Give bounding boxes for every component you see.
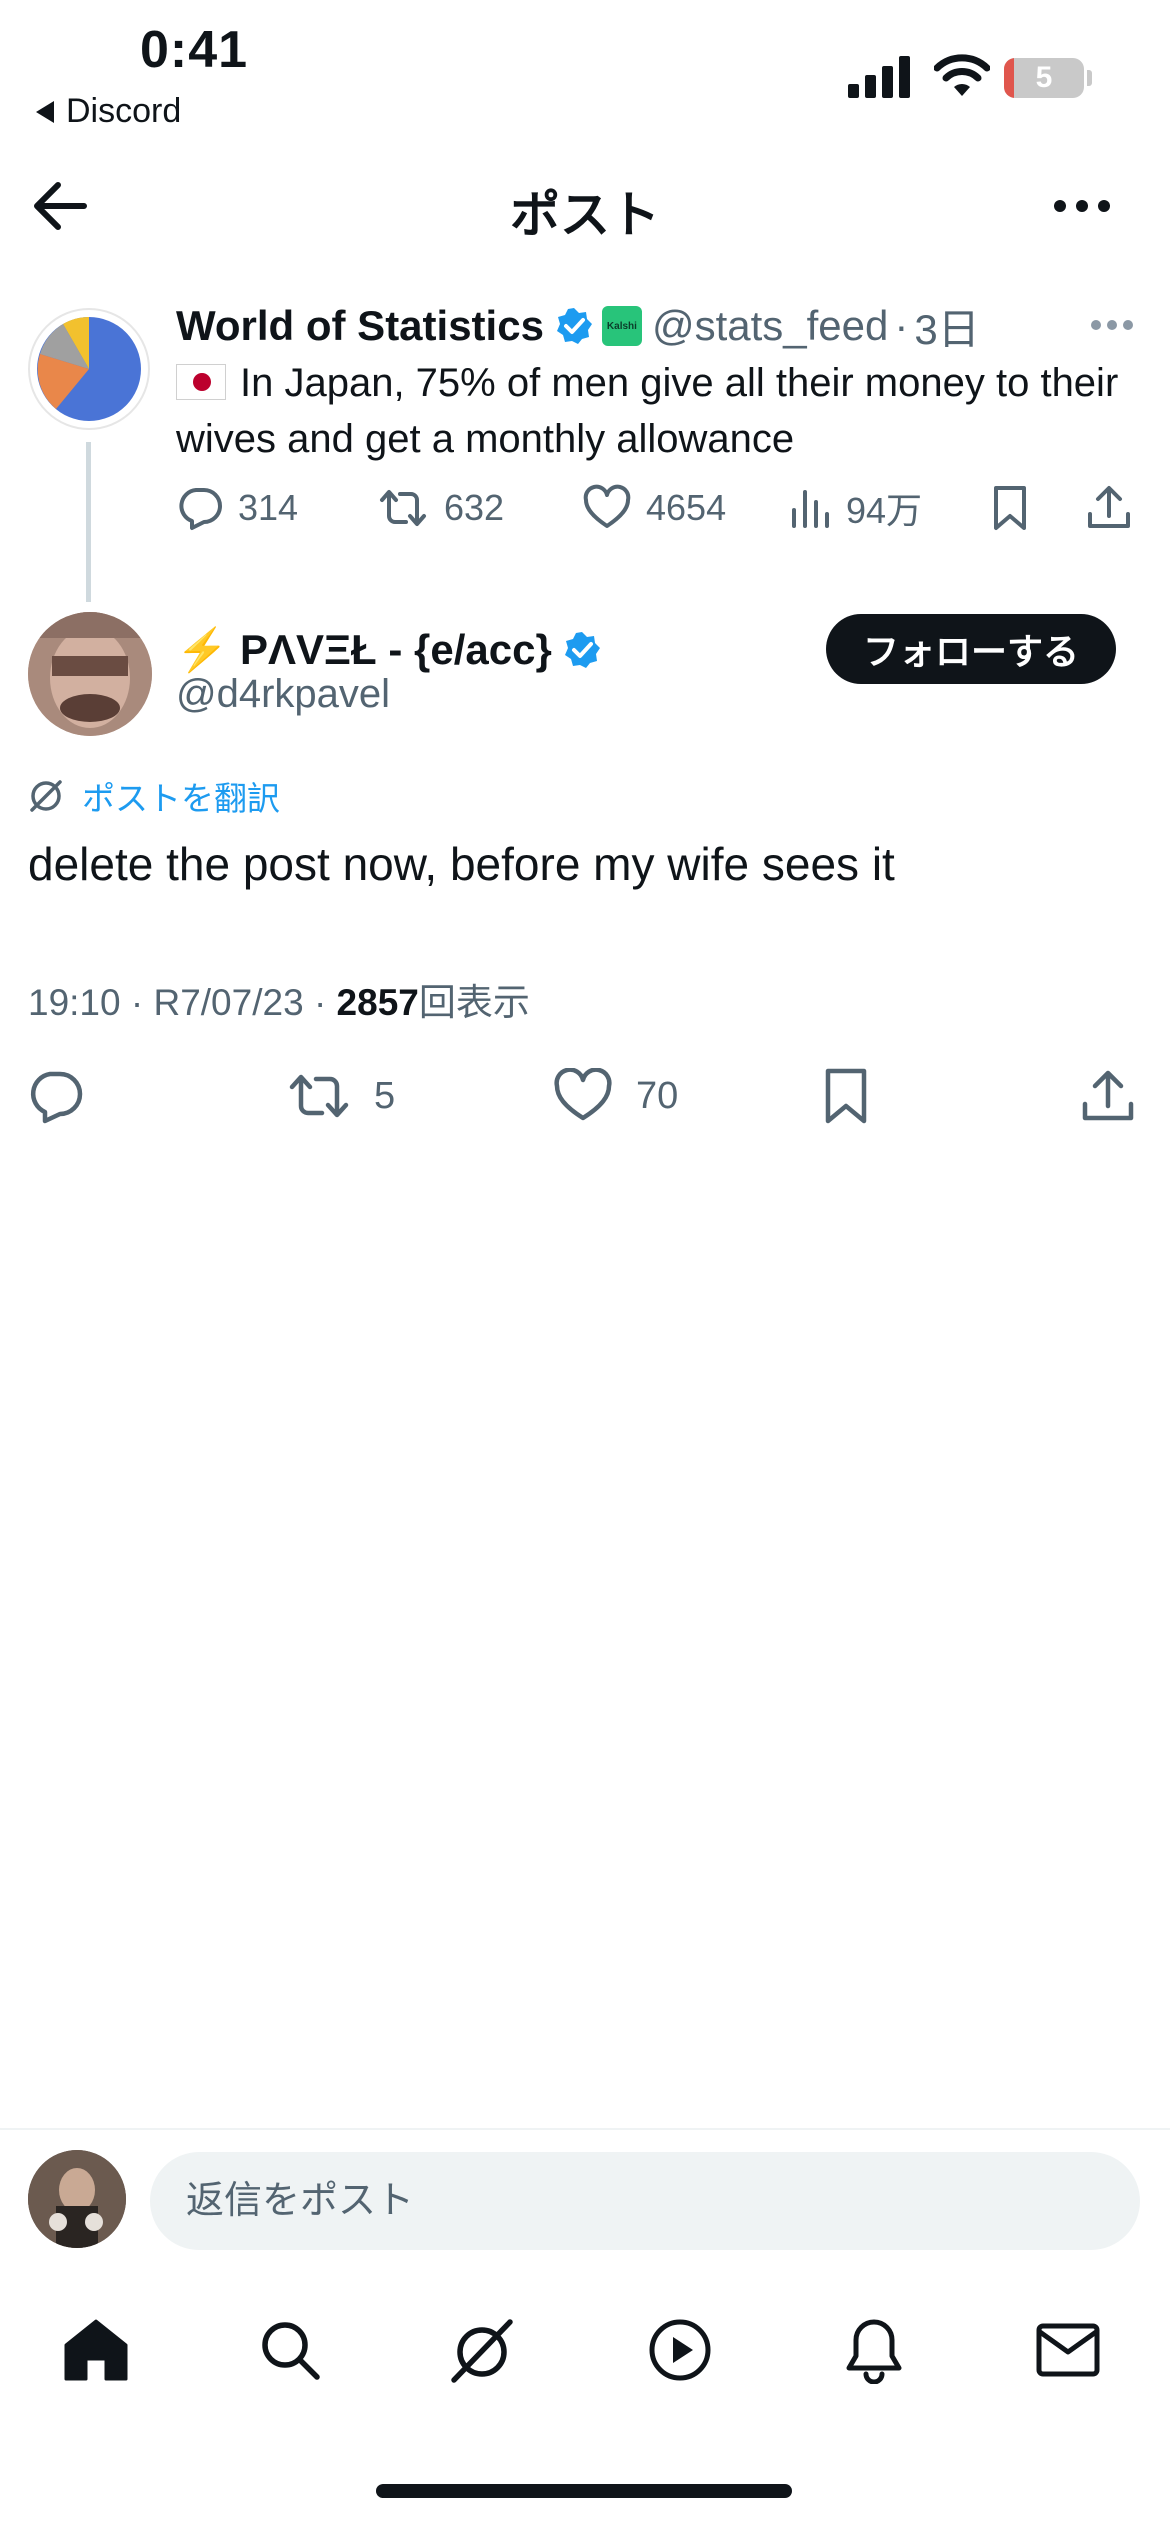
views-count: 94万 — [846, 490, 923, 531]
like-count: 4654 — [646, 487, 727, 528]
kalshi-affiliate-badge[interactable]: Kalshi — [601, 306, 642, 346]
notifications-bell-icon — [846, 2319, 902, 2384]
reply-count: 314 — [238, 487, 299, 528]
author-avatar-pavel[interactable] — [28, 612, 152, 736]
views-button[interactable]: 94万 — [788, 480, 922, 536]
views-chart-icon — [792, 490, 829, 528]
main-repost-button[interactable]: 5 — [286, 1066, 395, 1126]
search-icon — [262, 2322, 320, 2380]
main-reply-button[interactable] — [26, 1066, 86, 1126]
main-bookmark-button[interactable] — [820, 1066, 872, 1126]
tab-home[interactable] — [56, 2310, 136, 2390]
author-avatar-stats[interactable] — [28, 308, 150, 430]
like-button[interactable]: 4654 — [582, 480, 726, 536]
avatar-photo — [28, 612, 152, 736]
battery-indicator: 5 — [1004, 58, 1084, 98]
repost-button[interactable]: 632 — [376, 480, 504, 536]
verified-badge-icon — [564, 632, 600, 668]
main-like-button[interactable]: 70 — [552, 1066, 678, 1126]
main-repost-count: 5 — [374, 1074, 396, 1117]
like-heart-icon — [554, 1068, 612, 1121]
tab-notifications[interactable] — [834, 2310, 914, 2390]
meta-dot-2: · — [313, 982, 327, 1023]
tab-search[interactable] — [250, 2310, 330, 2390]
meta-dot-1: · — [130, 982, 144, 1023]
share-button[interactable] — [1086, 480, 1132, 536]
main-post-text: delete the post now, before my wife sees… — [28, 838, 895, 890]
post-more-icon[interactable] — [1090, 318, 1134, 332]
battery-cap — [1087, 70, 1092, 86]
video-play-icon — [649, 2319, 711, 2381]
reply-input[interactable] — [150, 2152, 1140, 2250]
tab-messages[interactable] — [1028, 2310, 1108, 2390]
back-to-app-link[interactable]: Discord — [36, 92, 181, 131]
japan-flag-icon — [176, 364, 226, 401]
current-user-avatar[interactable] — [28, 2150, 126, 2248]
messages-envelope-icon — [1036, 2323, 1100, 2377]
tab-grok[interactable] — [442, 2310, 522, 2390]
share-icon — [1082, 1070, 1134, 1121]
translate-post-link[interactable]: ポストを翻訳 — [26, 772, 280, 820]
reply-icon — [179, 488, 222, 530]
parent-author-handle[interactable]: @stats_feed — [652, 302, 888, 350]
repost-icon — [380, 490, 426, 526]
post-view-count: 2857 — [336, 982, 419, 1023]
tab-video[interactable] — [640, 2310, 720, 2390]
parent-post-age: 3日 — [914, 305, 980, 353]
wifi-icon — [934, 54, 990, 96]
main-author-name[interactable]: ⚡️ PΛVΞŁ - {e/acc} — [176, 626, 552, 675]
bookmark-icon — [994, 486, 1026, 530]
translate-label: ポストを翻訳 — [82, 780, 280, 817]
post-date: R7/07/23 — [153, 982, 304, 1023]
reply-button[interactable]: 314 — [176, 480, 298, 536]
composer-divider — [0, 2128, 1170, 2130]
post-view-label[interactable]: 回表示 — [419, 982, 530, 1023]
parent-post-body: In Japan, 75% of men give all their mone… — [176, 361, 1119, 461]
share-icon — [1088, 486, 1130, 528]
repost-count: 632 — [444, 487, 505, 528]
repost-icon — [289, 1074, 349, 1118]
battery-level-text: 5 — [1035, 61, 1053, 94]
follow-button[interactable]: フォローする — [826, 614, 1116, 684]
bookmark-icon — [825, 1068, 867, 1124]
grok-icon — [451, 2318, 513, 2383]
main-like-count: 70 — [636, 1074, 679, 1117]
main-post-author-row: ⚡️ PΛVΞŁ - {e/acc} — [176, 620, 602, 680]
pie-chart-logo — [37, 317, 141, 421]
parent-post-header: World of Statistics Kalshi @stats_feed ·… — [176, 298, 980, 354]
home-icon — [64, 2319, 128, 2381]
main-author-handle[interactable]: @d4rkpavel — [176, 672, 390, 717]
thread-connector-line — [86, 442, 91, 602]
main-share-button[interactable] — [1080, 1066, 1136, 1126]
more-options-icon[interactable] — [1052, 196, 1112, 216]
parent-post-text: In Japan, 75% of men give all their mone… — [176, 355, 1136, 467]
reply-icon — [30, 1071, 83, 1124]
parent-author-name[interactable]: World of Statistics — [176, 302, 544, 350]
back-app-label: Discord — [66, 92, 182, 130]
post-metadata: 19:10 · R7/07/23 · 2857回表示 — [28, 972, 530, 1026]
post-time: 19:10 — [28, 982, 121, 1023]
like-heart-icon — [583, 484, 631, 528]
bookmark-button[interactable] — [990, 480, 1030, 536]
home-indicator — [376, 2484, 792, 2498]
back-triangle-icon — [36, 100, 54, 123]
status-time: 0:41 — [140, 21, 249, 79]
separator-dot: · — [894, 302, 909, 349]
verified-badge-icon — [556, 308, 592, 344]
grok-translate-icon — [30, 780, 62, 812]
user-avatar-photo — [28, 2150, 126, 2248]
page-title: ポスト — [510, 187, 660, 243]
cellular-signal-icon — [848, 56, 910, 98]
